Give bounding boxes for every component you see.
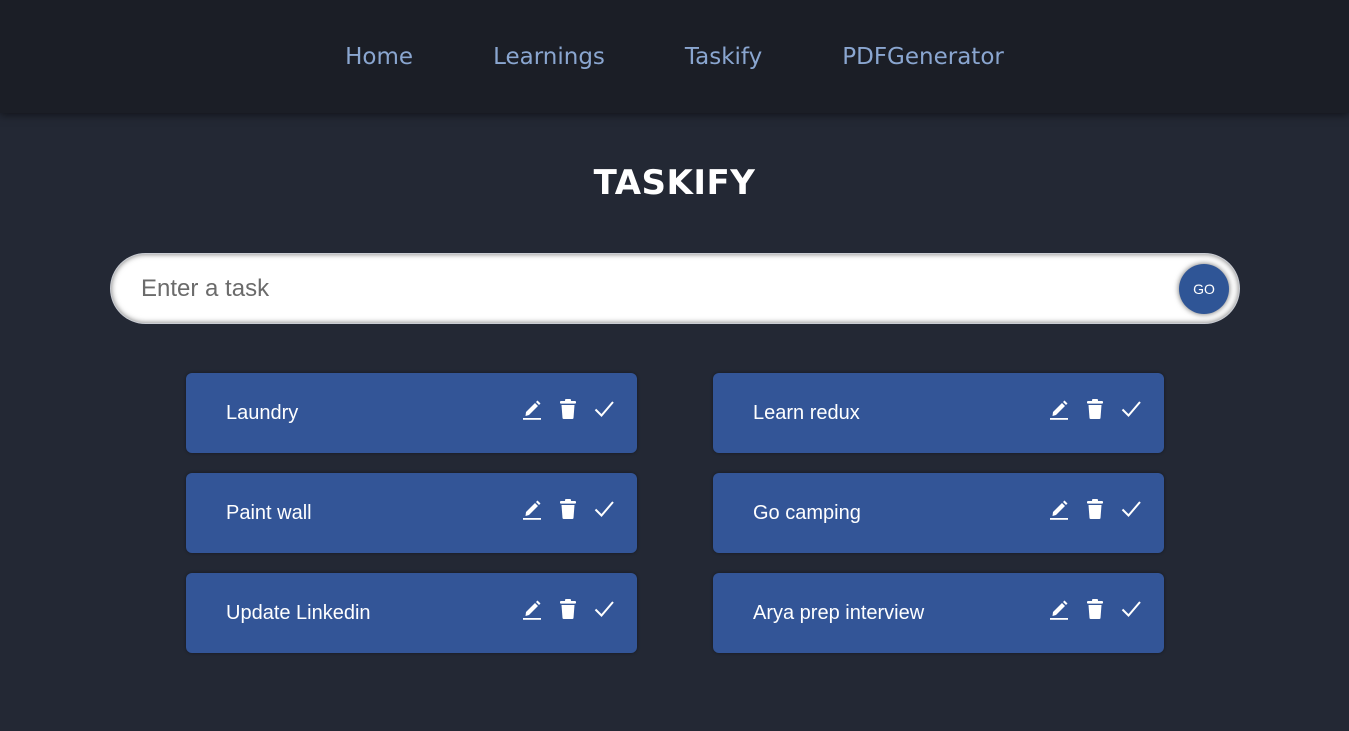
done-icon[interactable] [1120,398,1142,420]
task-card: Laundry [186,373,637,453]
go-button[interactable]: GO [1179,264,1229,314]
task-card: Update Linkedin [186,573,637,653]
task-form: GO [111,254,1239,323]
task-actions [521,498,615,520]
delete-icon[interactable] [1084,498,1106,520]
done-icon[interactable] [1120,598,1142,620]
edit-icon[interactable] [1048,398,1070,420]
task-actions [521,598,615,620]
edit-icon[interactable] [521,398,543,420]
delete-icon[interactable] [557,398,579,420]
done-icon[interactable] [593,598,615,620]
task-card: Paint wall [186,473,637,553]
done-icon[interactable] [1120,498,1142,520]
task-label: Learn redux [753,401,860,424]
task-label: Paint wall [226,501,312,524]
edit-icon[interactable] [521,498,543,520]
page-title: TASKIFY [593,163,756,203]
task-card: Go camping [713,473,1164,553]
task-actions [1048,598,1142,620]
nav-link-taskify[interactable]: Taskify [685,44,762,70]
edit-icon[interactable] [521,598,543,620]
task-card: Arya prep interview [713,573,1164,653]
nav-link-home[interactable]: Home [345,44,413,70]
delete-icon[interactable] [557,498,579,520]
task-actions [521,398,615,420]
nav-link-learnings[interactable]: Learnings [493,44,605,70]
task-list: Laundry Learn redux Paint wall Go campin… [186,373,1164,653]
task-actions [1048,498,1142,520]
done-icon[interactable] [593,398,615,420]
edit-icon[interactable] [1048,598,1070,620]
task-input[interactable] [111,254,1239,323]
task-label: Go camping [753,501,861,524]
task-label: Laundry [226,401,299,424]
delete-icon[interactable] [557,598,579,620]
task-label: Update Linkedin [226,601,371,624]
task-card: Learn redux [713,373,1164,453]
delete-icon[interactable] [1084,598,1106,620]
delete-icon[interactable] [1084,398,1106,420]
edit-icon[interactable] [1048,498,1070,520]
task-label: Arya prep interview [753,601,925,624]
task-actions [1048,398,1142,420]
navbar: Home Learnings Taskify PDFGenerator [0,0,1349,113]
done-icon[interactable] [593,498,615,520]
nav-link-pdfgenerator[interactable]: PDFGenerator [842,44,1004,70]
